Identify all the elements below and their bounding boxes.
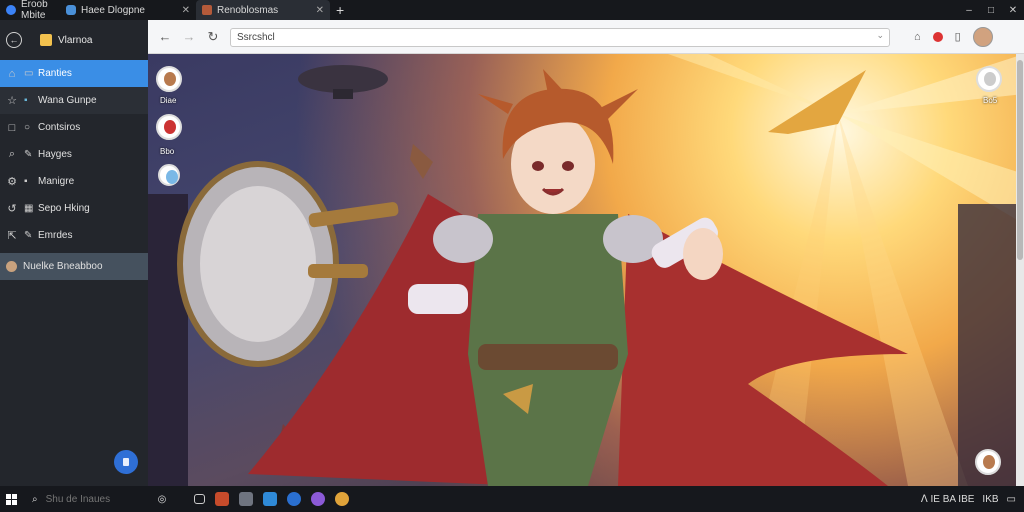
square-icon: □ xyxy=(8,121,16,134)
sidebar-item-label: Sepo Hking xyxy=(38,203,90,214)
app-logo-icon xyxy=(66,5,76,15)
chevron-down-icon[interactable]: ⌄ xyxy=(876,30,884,41)
home-icon[interactable]: ⌂ xyxy=(914,31,921,43)
close-window-button[interactable]: ✕ xyxy=(1002,5,1024,16)
tab-3[interactable]: Renoblosmas ✕ xyxy=(196,0,330,20)
favorite-avatar-4[interactable] xyxy=(976,66,1002,92)
sidebar-item-label: Ranties xyxy=(38,68,72,79)
sidebar-title: Vlarnoa xyxy=(58,34,93,46)
app-icon-1[interactable] xyxy=(215,492,229,506)
search-icon: ⌕ xyxy=(32,493,38,505)
tab-strip: Eroob Mbite Haee Dlogpne ✕ Renoblosmas ✕… xyxy=(0,0,1024,21)
address-bar[interactable] xyxy=(230,27,890,47)
forward-icon[interactable]: → xyxy=(182,29,196,44)
sidebar-item-wana-gunpe[interactable]: ☆ ▪ Wana Gunpe xyxy=(0,87,148,114)
circle-icon: ○ xyxy=(24,122,31,133)
mic-icon[interactable]: ◎ xyxy=(158,494,167,505)
settings-icon: ⚙ xyxy=(7,176,17,188)
close-icon[interactable]: ✕ xyxy=(182,5,190,16)
sidebar-item-contsiros[interactable]: □ ○ Contsiros xyxy=(0,114,148,141)
toolbar-actions: ⌂ ▯ xyxy=(914,26,993,47)
history-icon: ↺ xyxy=(7,203,17,215)
sidebar: ← Vlarnoa ⌂ ▭ Ranties ☆ ▪ Wana Gunpe □ ○… xyxy=(0,20,148,486)
profile-avatar[interactable] xyxy=(972,26,993,47)
taskbar-search[interactable]: ⌕ ◎ xyxy=(22,486,170,512)
sidebar-item-profile[interactable]: Nuelke Bneabboo xyxy=(0,253,148,280)
app-icon-5[interactable] xyxy=(311,492,325,506)
share-icon: ⇱ xyxy=(7,230,17,242)
favorite-avatar-2[interactable] xyxy=(156,114,182,140)
sidebar-header: ← Vlarnoa xyxy=(0,20,148,60)
tab-2-label: Haee Dlogpne xyxy=(81,4,145,16)
browser-toolbar: ← → ↻ ⌄ ⌂ ▯ xyxy=(148,20,1024,54)
tray-status[interactable]: ᐱ ΙΕ ΒΑ ΙΒΕ xyxy=(921,494,975,505)
sidebar-item-ranties[interactable]: ⌂ ▭ Ranties xyxy=(0,60,148,87)
avatar-favicon-icon xyxy=(202,5,212,15)
sidebar-item-emrdes[interactable]: ⇱ ✎ Emrdes xyxy=(0,222,148,249)
browser-window: ← → ↻ ⌄ ⌂ ▯ xyxy=(148,20,1024,486)
browser-taskbar-icon[interactable] xyxy=(287,492,301,506)
favorite-label-2: Bbo xyxy=(160,147,175,156)
window-icon: ▭ xyxy=(24,68,34,79)
sidebar-item-manigre[interactable]: ⚙ ▪ Manigre xyxy=(0,168,148,195)
favorite-label-1: Diae xyxy=(160,96,177,105)
app-icon-2[interactable] xyxy=(239,492,253,506)
folder-icon xyxy=(40,34,52,46)
sidebar-item-label: Contsiros xyxy=(38,122,81,133)
search-icon: ⌕ xyxy=(8,148,16,160)
task-view-icon[interactable] xyxy=(194,494,205,504)
sidebar-item-label: Manigre xyxy=(38,176,75,187)
sidebar-item-label: Hayges xyxy=(38,149,72,160)
pen-icon: ✎ xyxy=(24,230,33,241)
app-icon-6[interactable] xyxy=(335,492,349,506)
pen-icon: ✎ xyxy=(24,149,33,160)
tab-2[interactable]: Haee Dlogpne ✕ xyxy=(60,0,196,20)
notification-center-icon[interactable]: ▭ xyxy=(1007,494,1016,505)
notification-icon[interactable] xyxy=(932,31,943,42)
favorite-avatar-1[interactable] xyxy=(156,66,182,92)
back-arrow-icon[interactable]: ← xyxy=(6,32,22,48)
back-icon[interactable]: ← xyxy=(158,29,172,44)
tab-3-label: Renoblosmas xyxy=(217,4,279,16)
browser-logo-icon xyxy=(6,5,16,15)
close-icon[interactable]: ✕ xyxy=(316,5,324,16)
bookmark-icon[interactable]: ▯ xyxy=(955,30,961,43)
page-content: Diae Bbo Bo5 xyxy=(148,54,1024,486)
sidebar-item-label: Nuelke Bneabboo xyxy=(23,261,103,272)
sidebar-item-sepo-hking[interactable]: ↺ ▦ Sepo Hking xyxy=(0,195,148,222)
app-icon-3[interactable] xyxy=(263,492,277,506)
clock[interactable]: ΙΚΒ xyxy=(982,494,998,505)
image-icon: ▪ xyxy=(24,95,28,106)
favorite-avatar-3[interactable] xyxy=(158,164,180,186)
reload-icon[interactable]: ↻ xyxy=(206,29,220,45)
tab-1[interactable]: Eroob Mbite xyxy=(0,0,60,21)
avatar xyxy=(6,261,17,272)
window-controls: – □ ✕ xyxy=(958,5,1024,16)
sidebar-item-hayges[interactable]: ⌕ ✎ Hayges xyxy=(0,141,148,168)
star-icon: ☆ xyxy=(7,95,17,107)
sidebar-item-label: Emrdes xyxy=(38,230,73,241)
image-icon: ▪ xyxy=(24,176,28,187)
home-icon: ⌂ xyxy=(8,67,16,80)
search-input[interactable] xyxy=(43,492,148,506)
vertical-scrollbar[interactable] xyxy=(1016,54,1024,486)
maximize-button[interactable]: □ xyxy=(980,5,1002,16)
windows-logo-icon xyxy=(5,493,17,505)
favorite-label-4: Bo5 xyxy=(983,96,998,105)
taskbar: ⌕ ◎ ᐱ ΙΕ ΒΑ ΙΒΕ ΙΚΒ ▭ xyxy=(0,486,1024,512)
system-tray: ᐱ ΙΕ ΒΑ ΙΒΕ ΙΚΒ ▭ xyxy=(921,494,1024,505)
sidebar-item-label: Wana Gunpe xyxy=(38,95,97,106)
start-button[interactable] xyxy=(0,486,22,512)
floating-action-button[interactable] xyxy=(114,450,138,474)
tab-1-label: Eroob Mbite xyxy=(21,0,48,21)
bottom-right-avatar[interactable] xyxy=(975,449,1001,475)
new-tab-button[interactable]: + xyxy=(330,0,350,20)
hero-illustration xyxy=(148,54,1024,486)
grid-icon: ▦ xyxy=(24,203,34,214)
minimize-button[interactable]: – xyxy=(958,5,980,16)
